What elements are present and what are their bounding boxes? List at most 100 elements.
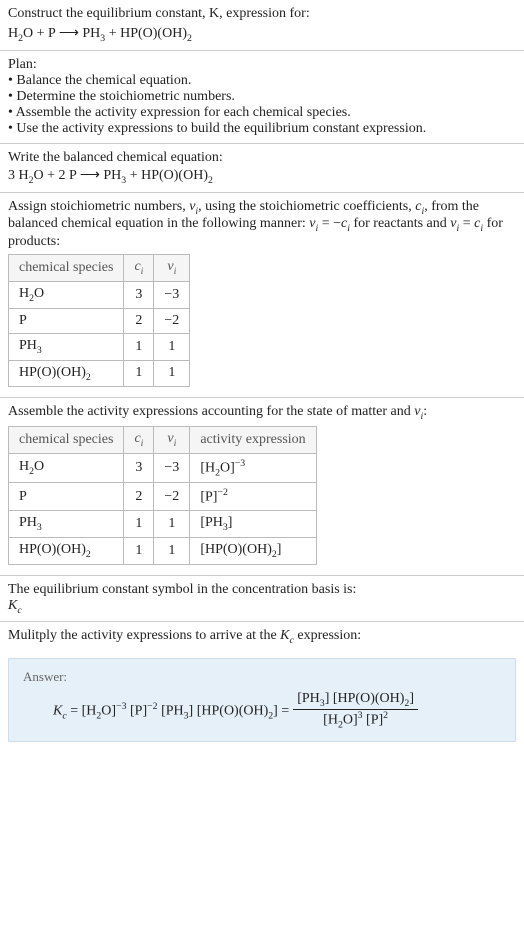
text: H (19, 459, 29, 474)
symbol-kc: Kc (8, 598, 516, 616)
text: PH (19, 515, 37, 530)
fraction-denominator: [H2O]3 [P]2 (319, 710, 392, 730)
c-cell: 2 (124, 483, 154, 511)
text: = (67, 703, 82, 718)
c-cell: 1 (124, 333, 154, 360)
multiply-section: Mulitply the activity expressions to arr… (0, 622, 524, 652)
table-row: PH3 1 1 (9, 333, 190, 360)
text: O] (220, 461, 235, 476)
text: [HP(O)(OH) (200, 542, 272, 557)
text: O (34, 286, 44, 301)
c-cell: 1 (124, 511, 154, 538)
answer-equation: Kc = [H2O]−3 [P]−2 [PH3] [HP(O)(OH)2] = … (23, 691, 501, 730)
subscript: 2 (208, 175, 213, 186)
species-cell: PH3 (9, 333, 124, 360)
text: O (34, 459, 44, 474)
col-activity: activity expression (190, 427, 316, 454)
subscript: 2 (86, 371, 91, 382)
eq-part: H (8, 26, 18, 41)
nu-cell: −3 (154, 453, 190, 482)
text: [P] (200, 490, 217, 505)
text: HP(O)(OH) (19, 542, 86, 557)
answer-box: Answer: Kc = [H2O]−3 [P]−2 [PH3] [HP(O)(… (8, 658, 516, 741)
text: P (19, 313, 27, 328)
eq-part: O + P (23, 26, 59, 41)
c-cell: 1 (124, 360, 154, 387)
var-k: K (8, 598, 17, 613)
text: H (19, 286, 29, 301)
assemble-paragraph: Assemble the activity expressions accoun… (8, 404, 516, 422)
table-row: H2O 3 −3 (9, 281, 190, 308)
balanced-equation: 3 H2O + 2 P ⟶ PH3 + HP(O)(OH)2 (8, 166, 516, 186)
c-cell: 3 (124, 453, 154, 482)
arrow-icon: ⟶ (80, 166, 100, 182)
col-c: ci (124, 427, 154, 454)
table-row: P 2 −2 (9, 308, 190, 333)
superscript: −3 (235, 458, 245, 469)
text: = (459, 216, 474, 231)
subscript: 2 (86, 549, 91, 560)
arrow-icon: ⟶ (59, 24, 79, 40)
prompt-title: Construct the equilibrium constant, K, e… (8, 6, 516, 22)
superscript: −2 (147, 701, 157, 712)
text: [H (82, 703, 97, 718)
balanced-title: Write the balanced chemical equation: (8, 150, 516, 166)
nu-cell: 1 (154, 537, 190, 564)
activity-cell: [H2O]−3 (190, 453, 316, 482)
text: [PH (200, 515, 223, 530)
eq-part: 3 H (8, 168, 29, 183)
col-species: chemical species (9, 255, 124, 282)
c-cell: 3 (124, 281, 154, 308)
text: [P] (363, 713, 384, 728)
text: [PH (158, 703, 184, 718)
text: , using the stoichiometric coefficients, (198, 199, 415, 214)
eq-part: PH (79, 26, 100, 41)
subscript: 3 (37, 345, 42, 356)
nu-cell: 1 (154, 511, 190, 538)
superscript: −2 (217, 487, 227, 498)
text: Assign stoichiometric numbers, (8, 199, 189, 214)
text: HP(O)(OH) (19, 365, 86, 380)
eq-part: + HP(O)(OH) (126, 168, 208, 183)
subscript: i (174, 438, 177, 449)
text: ] = (273, 703, 289, 718)
text: [H (323, 713, 338, 728)
table-row: HP(O)(OH)2 1 1 (9, 360, 190, 387)
nu-cell: −2 (154, 308, 190, 333)
species-cell: P (9, 483, 124, 511)
text: ] (409, 691, 414, 706)
unbalanced-equation: H2O + P ⟶ PH3 + HP(O)(OH)2 (8, 24, 516, 44)
superscript: 2 (383, 710, 388, 721)
text: ] [HP(O)(OH) (325, 691, 405, 706)
species-cell: PH3 (9, 511, 124, 538)
text: P (19, 489, 27, 504)
subscript: i (174, 266, 177, 277)
col-nu: νi (154, 427, 190, 454)
var-k: K (53, 703, 62, 718)
fraction-numerator: [PH3] [HP(O)(OH)2] (293, 691, 418, 710)
text: expression: (294, 628, 361, 643)
col-species: chemical species (9, 427, 124, 454)
text: = − (318, 216, 341, 231)
prompt-section: Construct the equilibrium constant, K, e… (0, 0, 524, 51)
text: ] (228, 515, 233, 530)
text: PH (19, 338, 37, 353)
subscript: 3 (37, 522, 42, 533)
kc-lhs: Kc = [H2O]−3 [P]−2 [PH3] [HP(O)(OH)2] = (53, 701, 289, 721)
table-row: HP(O)(OH)2 1 1 [HP(O)(OH)2] (9, 537, 317, 564)
prompt-title-text: Construct the equilibrium constant, K, e… (8, 6, 310, 21)
col-c: ci (124, 255, 154, 282)
superscript: −3 (116, 701, 126, 712)
activity-cell: [HP(O)(OH)2] (190, 537, 316, 564)
text: for reactants and (350, 216, 450, 231)
subscript: 2 (187, 33, 192, 44)
plan-bullet: • Assemble the activity expression for e… (8, 105, 516, 121)
answer-label: Answer: (23, 669, 501, 685)
symbol-section: The equilibrium constant symbol in the c… (0, 576, 524, 623)
plan-bullet: • Balance the chemical equation. (8, 73, 516, 89)
nu-cell: −2 (154, 483, 190, 511)
table-row: H2O 3 −3 [H2O]−3 (9, 453, 317, 482)
answer-fraction: [PH3] [HP(O)(OH)2] [H2O]3 [P]2 (293, 691, 418, 730)
table-header-row: chemical species ci νi activity expressi… (9, 427, 317, 454)
plan-section: Plan: • Balance the chemical equation. •… (0, 51, 524, 144)
